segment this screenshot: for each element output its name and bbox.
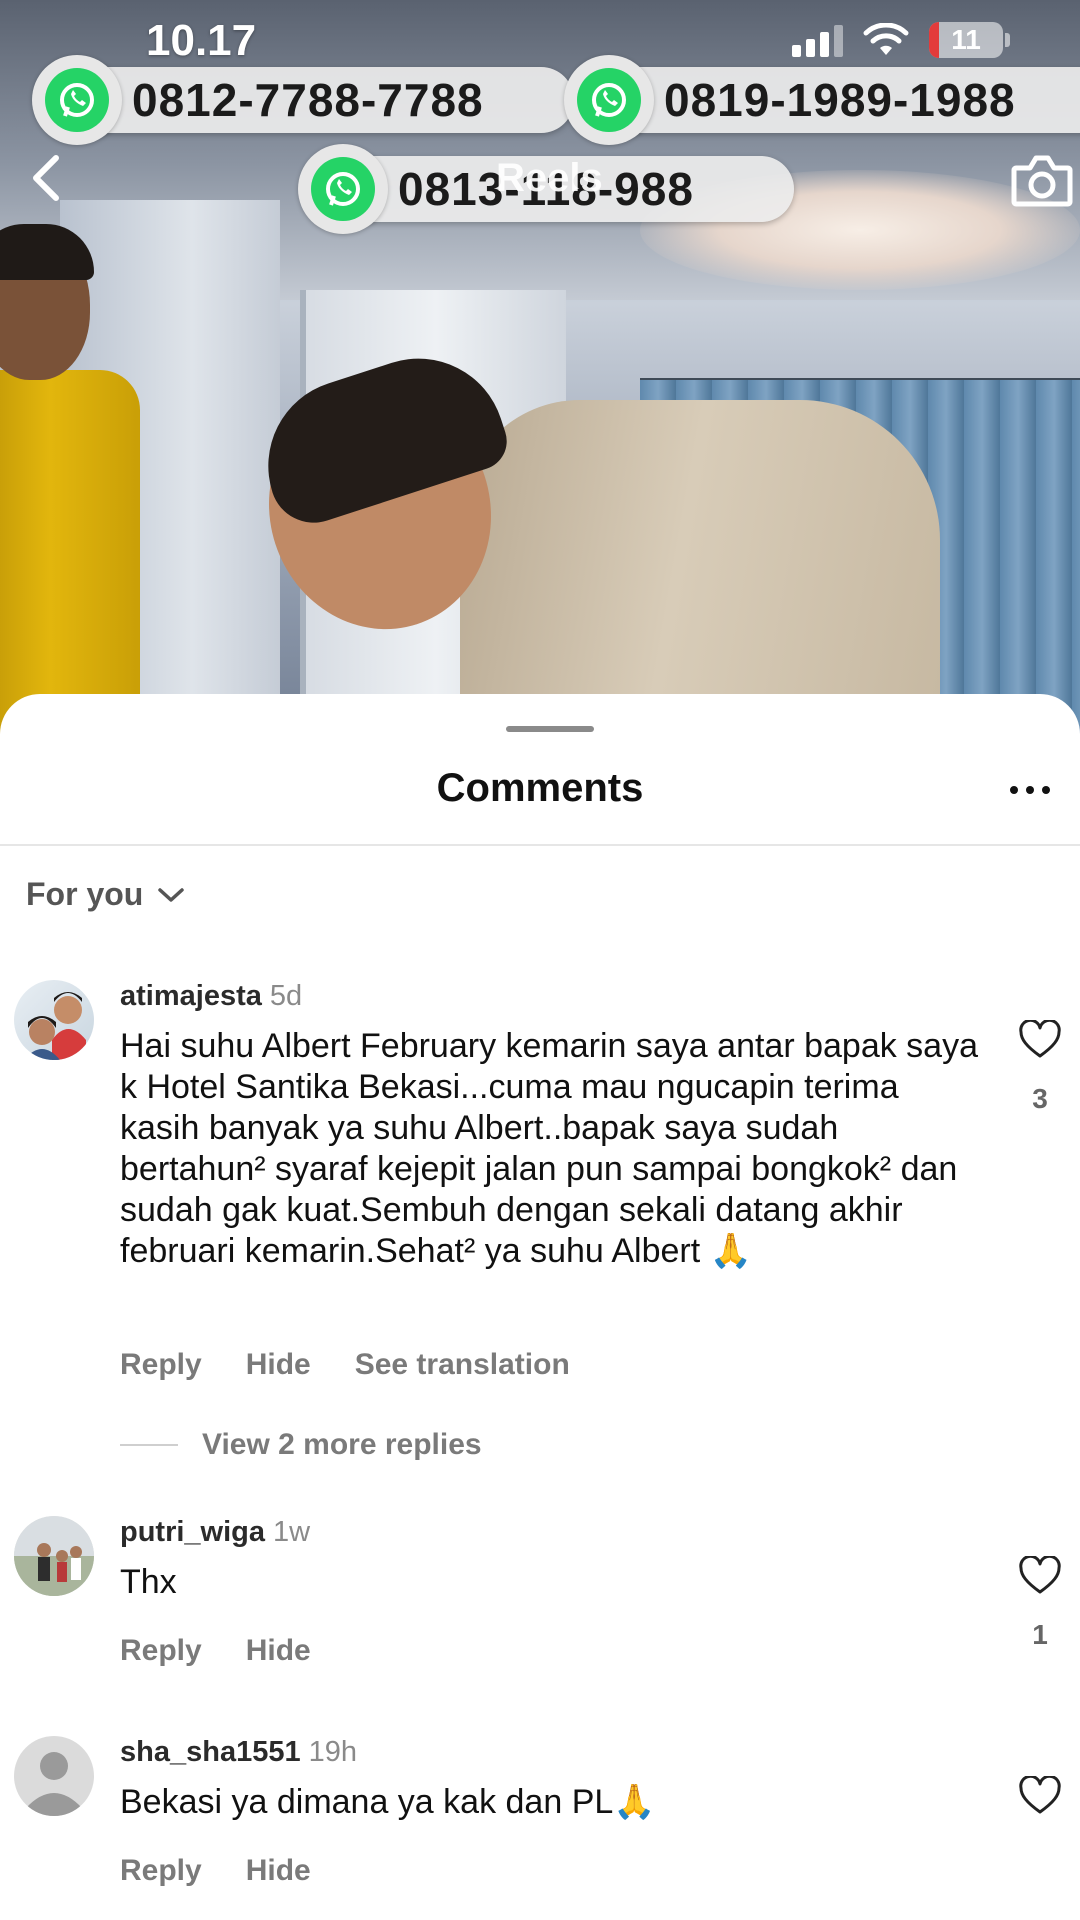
- filter-label: For you: [26, 876, 144, 912]
- comment-text: Hai suhu Albert February kemarin saya an…: [120, 1027, 979, 1270]
- battery-icon: 11: [929, 22, 1003, 58]
- default-avatar-icon: [26, 1752, 82, 1816]
- view-more-replies-label: View 2 more replies: [202, 1428, 482, 1461]
- avatar[interactable]: [14, 1736, 94, 1816]
- comment-header: putri_wiga 1w: [120, 1516, 310, 1549]
- divider: [0, 844, 1080, 846]
- like-count: 1: [1032, 1619, 1048, 1650]
- person-yellow-shirt: [0, 224, 140, 760]
- comment-time: 5d: [269, 980, 303, 1012]
- heart-icon: [1019, 1018, 1061, 1058]
- reply-button[interactable]: Reply: [120, 1854, 202, 1888]
- like-button[interactable]: [1016, 1774, 1064, 1821]
- comment-username[interactable]: putri_wiga: [120, 1516, 265, 1548]
- like-button[interactable]: 3: [1016, 1018, 1064, 1115]
- comment-actions: Reply Hide See translation: [120, 1348, 570, 1382]
- heart-icon: [1019, 1774, 1061, 1814]
- see-translation-button[interactable]: See translation: [355, 1348, 570, 1382]
- whatsapp-badge: 0819-1989-1988: [564, 55, 1080, 145]
- phone-number: 0812-7788-7788: [132, 74, 484, 126]
- more-icon: [1010, 786, 1018, 794]
- comment-header: sha_sha1551 19h: [120, 1736, 357, 1769]
- back-button[interactable]: [26, 150, 66, 206]
- reels-title: Reels: [496, 156, 603, 200]
- comments-sheet: Comments For you atimajesta 5d Hai suhu A…: [0, 694, 1080, 1920]
- comment-text: Thx: [120, 1563, 177, 1601]
- status-time: 10.17: [146, 16, 257, 65]
- chevron-down-icon: [158, 887, 185, 902]
- comment-username[interactable]: atimajesta: [120, 980, 262, 1012]
- phone-number: 0819-1989-1988: [664, 74, 1016, 126]
- whatsapp-icon: [298, 144, 388, 234]
- wifi-icon: [863, 23, 909, 57]
- whatsapp-badge: 0812-7788-7788: [32, 55, 574, 145]
- filter-dropdown[interactable]: For you: [26, 876, 185, 913]
- hide-button[interactable]: Hide: [246, 1854, 311, 1888]
- camera-icon: [1011, 155, 1073, 207]
- heart-icon: [1019, 1554, 1061, 1594]
- comment-time: 1w: [273, 1516, 311, 1548]
- hide-button[interactable]: Hide: [246, 1348, 311, 1382]
- comment-username[interactable]: sha_sha1551: [120, 1736, 301, 1768]
- whatsapp-icon: [564, 55, 654, 145]
- comment-actions: Reply Hide: [120, 1854, 311, 1888]
- hide-button[interactable]: Hide: [246, 1634, 311, 1668]
- reply-button[interactable]: Reply: [120, 1348, 202, 1382]
- signal-icon: [792, 23, 843, 57]
- battery-level: 11: [951, 24, 981, 55]
- whatsapp-icon: [32, 55, 122, 145]
- view-more-replies[interactable]: View 2 more replies: [120, 1428, 482, 1462]
- camera-button[interactable]: [1010, 150, 1074, 210]
- sheet-grabber[interactable]: [506, 726, 594, 732]
- like-button[interactable]: 1: [1016, 1554, 1064, 1651]
- reply-button[interactable]: Reply: [120, 1634, 202, 1668]
- like-count: 3: [1032, 1083, 1048, 1114]
- comment-time: 19h: [308, 1736, 357, 1768]
- comment-header: atimajesta 5d: [120, 980, 302, 1013]
- avatar[interactable]: [14, 1516, 94, 1596]
- comment-actions: Reply Hide: [120, 1634, 311, 1668]
- comment-text: Bekasi ya dimana ya kak dan PL🙏: [120, 1783, 656, 1821]
- status-icons: 11: [792, 22, 1010, 58]
- replies-line: [120, 1444, 178, 1446]
- avatar[interactable]: [14, 980, 94, 1060]
- sheet-title: Comments: [436, 766, 644, 810]
- back-icon: [33, 155, 59, 201]
- battery-tip: [1005, 33, 1010, 47]
- more-options-button[interactable]: [1010, 786, 1050, 794]
